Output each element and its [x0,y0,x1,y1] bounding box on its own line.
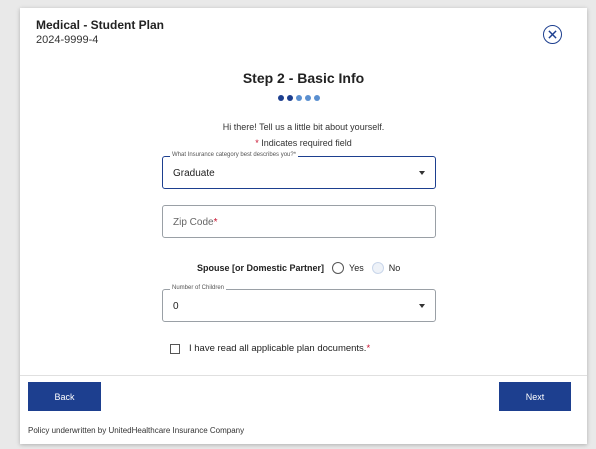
enrollment-modal: Medical - Student Plan 2024-9999-4 Step … [20,8,587,444]
close-icon [548,30,557,39]
insurance-category-select[interactable]: What Insurance category best describes y… [162,152,436,189]
next-button[interactable]: Next [499,382,571,411]
zip-code-placeholder: Zip Code* [173,217,218,228]
children-value: 0 [173,301,179,312]
number-of-children-select[interactable]: Number of Children 0 [162,285,436,322]
children-label: Number of Children [170,285,227,291]
required-note-text: Indicates required field [258,138,352,148]
spouse-no-radio[interactable] [371,262,384,274]
required-star: * [213,217,218,228]
step-dot-4 [305,95,311,101]
plan-documents-agreement: I have read all applicable plan document… [170,343,370,354]
spouse-yes-radio[interactable] [332,262,345,274]
required-field-note: * Indicates required field [20,138,587,148]
insurance-category-label: What Insurance category best describes y… [170,152,299,158]
spouse-label: Spouse [or Domestic Partner] [197,263,325,273]
step-dot-2 [287,95,293,101]
modal-header: Medical - Student Plan 2024-9999-4 [20,8,587,46]
intro-text: Hi there! Tell us a little bit about you… [222,122,385,132]
step-progress-indicator [278,95,328,103]
plan-id: 2024-9999-4 [36,34,99,46]
plan-title: Medical - Student Plan [36,18,165,32]
zip-code-input[interactable]: Zip Code* [162,205,436,238]
underwriter-note: Policy underwritten by UnitedHealthcare … [28,426,245,435]
spouse-radio-group: Spouse [or Domestic Partner] Yes No [197,260,400,276]
step-title: Step 2 - Basic Info [242,70,365,86]
step-dot-3 [296,95,302,101]
chevron-down-icon [419,171,425,175]
plan-documents-label[interactable]: I have read all applicable plan document… [189,343,366,354]
close-button[interactable] [543,25,562,44]
step-dot-5 [314,95,320,101]
required-star: * [366,343,371,354]
insurance-category-value: Graduate [173,168,215,179]
plan-documents-checkbox[interactable] [170,343,180,354]
step-dot-1 [278,95,284,101]
spouse-no-label[interactable]: No [389,263,401,273]
footer-divider [20,375,587,376]
back-button[interactable]: Back [28,382,101,411]
chevron-down-icon [419,304,425,308]
spouse-yes-label[interactable]: Yes [349,263,364,273]
